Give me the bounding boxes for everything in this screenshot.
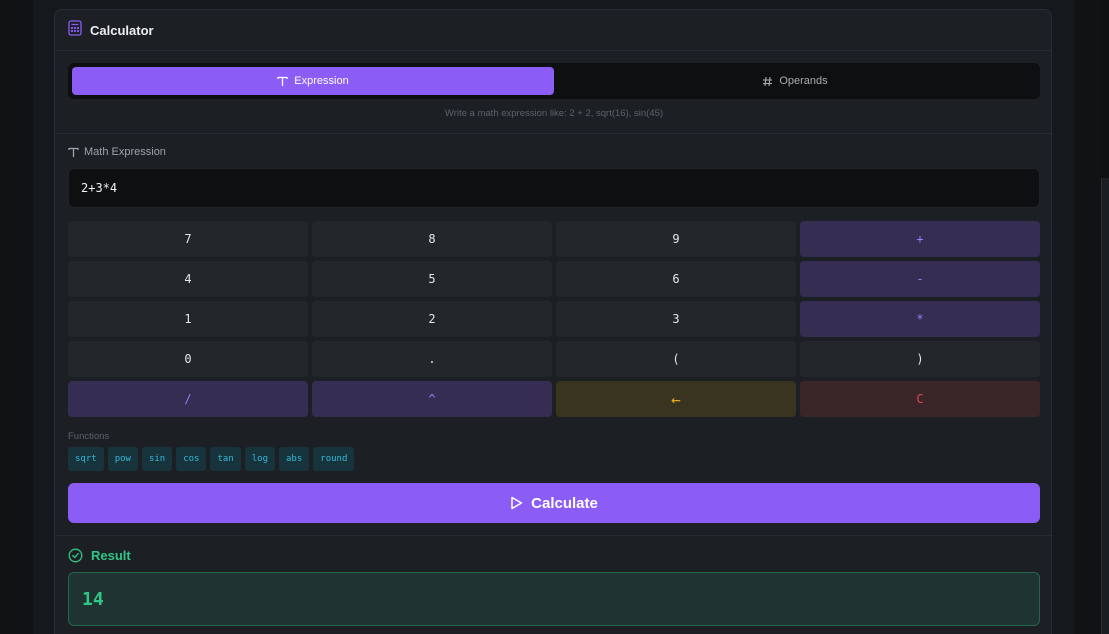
scrollbar-thumb[interactable] (1101, 178, 1109, 634)
tab-operands[interactable]: Operands (554, 67, 1036, 95)
key-power[interactable]: ^ (312, 381, 552, 417)
tab-expression-label: Expression (294, 75, 349, 87)
play-icon (510, 496, 523, 510)
mode-tabs: Expression Operands (68, 63, 1040, 99)
hint-text: Write a math expression like: 2 + 2, sqr… (444, 108, 664, 119)
check-circle-icon (68, 548, 83, 563)
key-0[interactable]: 0 (68, 341, 308, 377)
result-label: Result (68, 548, 131, 563)
key-3[interactable]: 3 (556, 301, 796, 337)
card-header: Calculator (55, 10, 1051, 51)
text-icon (68, 147, 79, 158)
key-plus[interactable]: + (800, 221, 1040, 257)
key-open-paren[interactable]: ( (556, 341, 796, 377)
expression-label-text: Math Expression (84, 146, 166, 158)
fn-tan[interactable]: tan (210, 447, 241, 471)
left-gutter (0, 0, 33, 634)
key-divide[interactable]: / (68, 381, 308, 417)
fn-sqrt[interactable]: sqrt (68, 447, 104, 471)
calculate-button[interactable]: Calculate (68, 483, 1040, 523)
calculator-card: Calculator Expression Operands Write a m… (54, 9, 1053, 634)
key-6[interactable]: 6 (556, 261, 796, 297)
key-4[interactable]: 4 (68, 261, 308, 297)
fn-cos[interactable]: cos (176, 447, 207, 471)
expression-label: Math Expression (68, 146, 166, 158)
fn-log[interactable]: log (244, 447, 276, 471)
keypad: 7 8 9 + 4 5 6 - 1 2 3 * 0 . ( ) / ^ ← C (68, 221, 1040, 417)
key-1[interactable]: 1 (68, 301, 308, 337)
calculate-label: Calculate (531, 494, 598, 512)
fn-pow[interactable]: pow (107, 447, 138, 471)
key-close-paren[interactable]: ) (800, 341, 1040, 377)
text-icon (277, 76, 288, 87)
fn-sin[interactable]: sin (141, 447, 173, 471)
divider (55, 535, 1053, 536)
fn-round[interactable]: round (313, 447, 355, 471)
divider (55, 133, 1053, 134)
key-minus[interactable]: - (800, 261, 1040, 297)
key-2[interactable]: 2 (312, 301, 552, 337)
function-chips: sqrt pow sin cos tan log abs round (68, 447, 355, 471)
functions-label: Functions (68, 431, 110, 442)
key-5[interactable]: 5 (312, 261, 552, 297)
key-7[interactable]: 7 (68, 221, 308, 257)
result-value: 14 (68, 572, 1040, 626)
fn-abs[interactable]: abs (279, 447, 310, 471)
key-8[interactable]: 8 (312, 221, 552, 257)
hash-icon (762, 76, 773, 87)
result-label-text: Result (91, 548, 131, 563)
card-title: Calculator (90, 22, 154, 38)
expression-input[interactable] (68, 168, 1040, 208)
key-decimal[interactable]: . (312, 341, 552, 377)
key-multiply[interactable]: * (800, 301, 1040, 337)
calculator-icon (68, 19, 82, 41)
key-9[interactable]: 9 (556, 221, 796, 257)
key-backspace[interactable]: ← (556, 381, 796, 417)
key-clear[interactable]: C (800, 381, 1040, 417)
tab-expression[interactable]: Expression (72, 67, 554, 95)
tab-operands-label: Operands (779, 75, 828, 87)
